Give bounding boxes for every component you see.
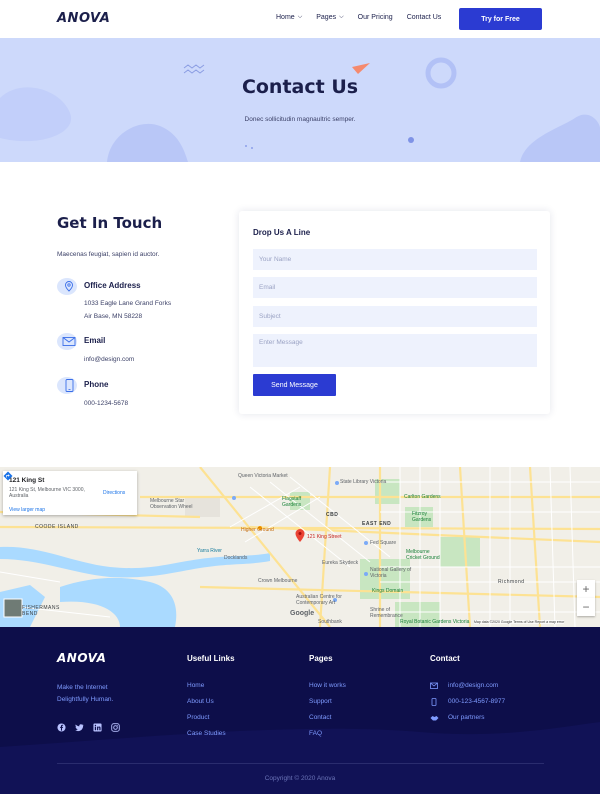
social-links xyxy=(57,723,120,732)
map-label-cbd: CBD xyxy=(326,512,339,518)
phone-icon xyxy=(57,377,77,394)
email-input[interactable] xyxy=(253,277,537,298)
map-label-southbank: Southbank xyxy=(318,619,342,625)
footer-partners-link[interactable]: Our partners xyxy=(448,714,485,721)
map-label-rbg: Royal Botanic Gardens Victoria xyxy=(400,619,470,625)
footer-phone[interactable]: 000-123-4567-8977 xyxy=(448,698,505,705)
footer-logo[interactable]: ANOVA xyxy=(57,651,106,665)
page-title: Contact Us xyxy=(241,76,359,98)
map-label-east-end: EAST END xyxy=(362,521,392,527)
main-nav: Home ⌵ Pages ⌵ Our Pricing Contact Us xyxy=(276,14,455,21)
contact-form-card: Drop Us A Line Send Message xyxy=(239,211,550,414)
office-address-line-1: 1033 Eagle Lane Grand Forks xyxy=(84,300,172,307)
map-label-fishermans: FISHERMANS BEND xyxy=(22,605,60,617)
envelope-icon xyxy=(57,333,77,350)
view-larger-map-link[interactable]: View larger map xyxy=(9,507,45,513)
location-pin-icon xyxy=(57,278,77,295)
try-for-free-button[interactable]: Try for Free xyxy=(459,8,542,30)
map-label-richmond: Richmond xyxy=(498,579,525,585)
linkedin-icon[interactable] xyxy=(93,723,102,732)
map-place-card: 121 King St 121 King St, Melbourne VIC 3… xyxy=(3,471,137,515)
map-place-address: 121 King St, Melbourne VIC 3000, Austral… xyxy=(9,487,85,499)
office-address-line-2: Air Base, MN 58228 xyxy=(84,313,143,320)
footer-link-support[interactable]: Support xyxy=(309,698,332,705)
nav-item-home[interactable]: Home ⌵ xyxy=(276,14,302,21)
site-footer: ANOVA Make the Internet Delightfully Hum… xyxy=(0,627,600,794)
get-in-touch-subtitle: Maecenas feugiat, sapien id auctor. xyxy=(57,251,160,258)
footer-link-faq[interactable]: FAQ xyxy=(309,730,322,737)
map-label-flagstaff: Flagstaff Gardens xyxy=(282,496,302,508)
chevron-down-icon: ⌵ xyxy=(297,14,303,20)
footer-link-case-studies[interactable]: Case Studies xyxy=(187,730,226,737)
copyright: Copyright © 2020 Anova xyxy=(264,775,336,782)
map-label-mcg: Melbourne Cricket Ground xyxy=(406,549,440,561)
zoom-out-button[interactable]: − xyxy=(577,598,595,616)
footer-link-contact[interactable]: Contact xyxy=(309,714,331,721)
name-input[interactable] xyxy=(253,249,537,270)
page-subtitle: Donec sollicitudin magnaultric semper. xyxy=(244,116,356,123)
pages-column: Pages How it works Support Contact FAQ xyxy=(309,654,346,737)
subject-input[interactable] xyxy=(253,306,537,327)
twitter-icon[interactable] xyxy=(75,723,84,732)
footer-link-home[interactable]: Home xyxy=(187,682,204,689)
map-label-coode: COODE ISLAND xyxy=(35,524,79,530)
map-label-higher-ground: Higher Ground xyxy=(241,527,274,533)
useful-links-title: Useful Links xyxy=(187,654,235,663)
footer-email[interactable]: info@design.com xyxy=(448,682,498,689)
map-place-title: 121 King St xyxy=(9,477,45,484)
phone-title: Phone xyxy=(84,380,109,389)
map-label-carlton-gardens: Carlton Gardens xyxy=(404,494,441,500)
footer-link-about-us[interactable]: About Us xyxy=(187,698,214,705)
get-in-touch-heading: Get In Touch xyxy=(57,214,163,232)
handshake-icon xyxy=(430,716,439,721)
nav-item-our-pricing[interactable]: Our Pricing xyxy=(358,14,393,21)
instagram-icon[interactable] xyxy=(111,723,120,732)
contact-column: Contact info@design.com 000-123-4567-897… xyxy=(430,654,505,721)
footer-divider xyxy=(57,763,544,764)
map-attribution[interactable]: Map data ©2020 Google Terms of Use Repor… xyxy=(474,620,565,624)
footer-link-how-it-works[interactable]: How it works xyxy=(309,682,346,689)
zoom-in-button[interactable]: + xyxy=(577,580,595,598)
map-label-yarra: Yarra River xyxy=(197,548,222,554)
form-title: Drop Us A Line xyxy=(253,228,311,237)
map-pin-label: 121 King Street xyxy=(307,534,342,540)
pages-title: Pages xyxy=(309,654,333,663)
map-label-melbourne-star: Melbourne Star Observation Wheel xyxy=(150,498,193,510)
office-address-title: Office Address xyxy=(84,281,141,290)
map-label-kings-domain: Kings Domain xyxy=(372,588,404,594)
email-title: Email xyxy=(84,336,106,345)
embedded-map[interactable]: Queen Victoria Market State Library Vict… xyxy=(0,467,600,627)
footer-tagline: Make the Internet Delightfully Human. xyxy=(57,684,114,703)
directions-link[interactable]: Directions xyxy=(103,490,125,496)
phone-number[interactable]: 000-1234-5678 xyxy=(84,400,128,407)
map-label-docklands: Docklands xyxy=(224,555,248,561)
map-label-shrine: Shrine of Remembrance xyxy=(370,607,403,619)
page-hero: Contact Us Donec sollicitudin magnaultri… xyxy=(0,38,600,162)
map-label-eureka: Eureka Skydeck xyxy=(322,560,359,566)
directions-icon[interactable] xyxy=(3,471,13,481)
google-logo: Google xyxy=(290,610,315,617)
email-address[interactable]: info@design.com xyxy=(84,356,134,363)
map-label-state-library: State Library Victoria xyxy=(340,479,387,485)
nav-item-pages[interactable]: Pages ⌵ xyxy=(316,14,343,21)
phone-icon xyxy=(431,698,437,706)
chevron-down-icon: ⌵ xyxy=(339,14,344,20)
hero-decoration xyxy=(0,57,600,162)
map-label-queen-vic: Queen Victoria Market xyxy=(238,473,288,479)
map-label-ngv: National Gallery of Victoria xyxy=(370,567,412,579)
map-label-crown: Crown Melbourne xyxy=(258,578,298,584)
useful-links-column: Useful Links Home About Us Product Case … xyxy=(187,654,235,737)
top-navbar: ANOVA Home ⌵ Pages ⌵ Our Pricing Contact U… xyxy=(0,0,600,38)
map-label-acca: Australian Centre for Contemporary Art xyxy=(296,594,342,606)
nav-item-contact-us[interactable]: Contact Us xyxy=(407,14,442,21)
facebook-icon[interactable] xyxy=(57,723,66,732)
envelope-icon xyxy=(430,682,438,689)
contact-title: Contact xyxy=(430,654,460,663)
map-label-fed-square: Fed Square xyxy=(370,540,397,546)
message-textarea[interactable] xyxy=(253,334,537,367)
footer-link-product[interactable]: Product xyxy=(187,714,209,721)
map-label-fitzroy: Fitzroy Gardens xyxy=(412,511,432,523)
brand-logo[interactable]: ANOVA xyxy=(57,11,110,26)
send-message-button[interactable]: Send Message xyxy=(253,374,336,396)
